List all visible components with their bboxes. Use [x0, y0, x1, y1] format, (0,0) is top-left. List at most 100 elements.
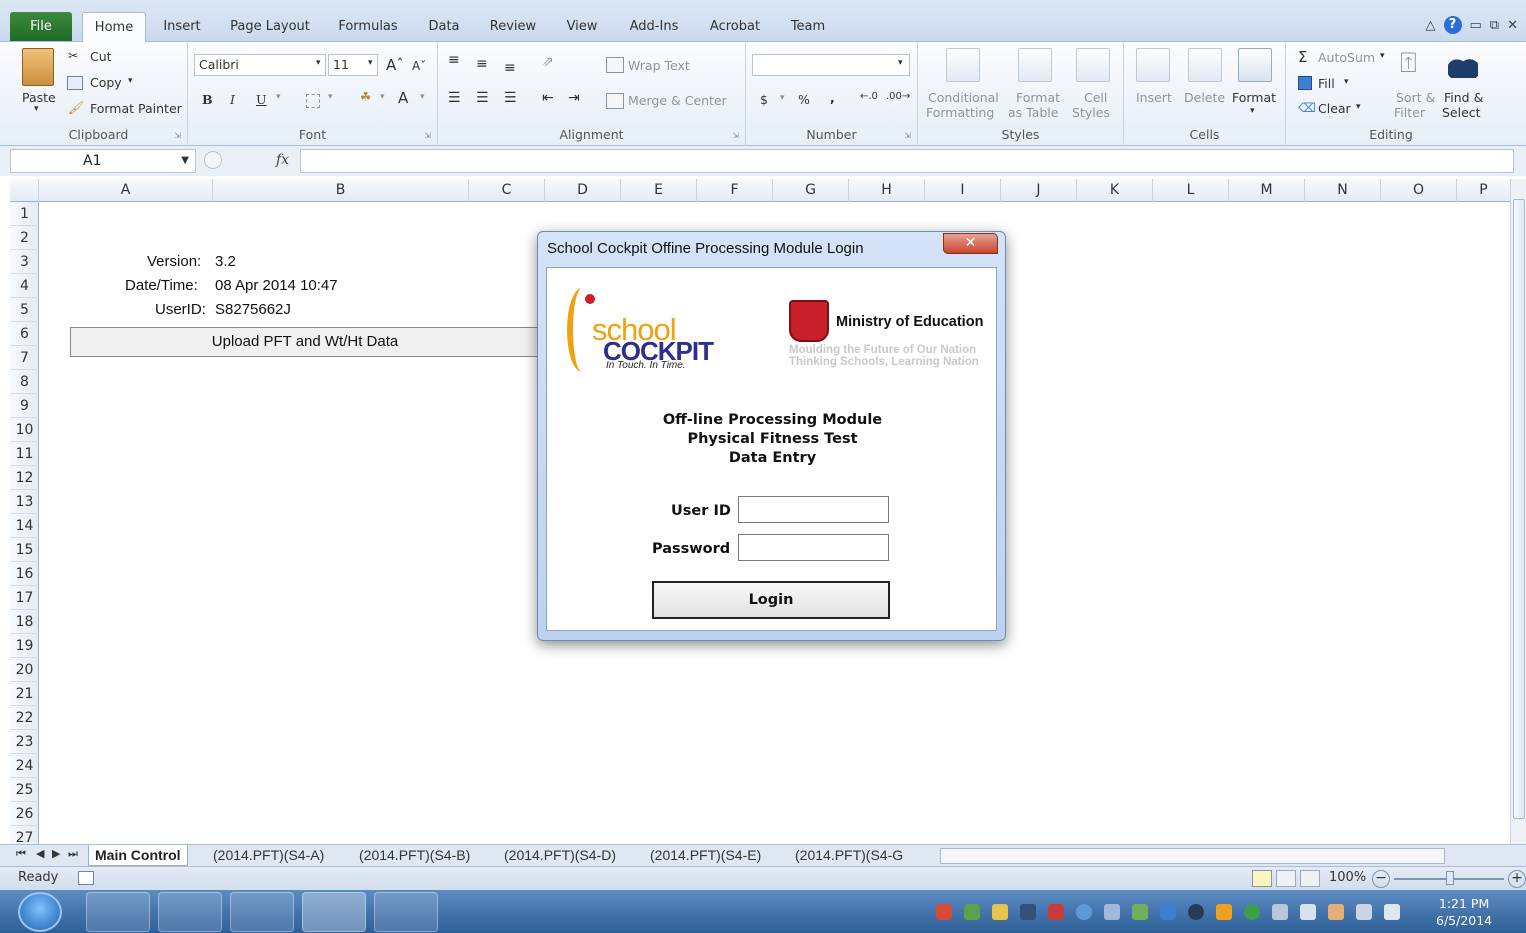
row-header[interactable]: 19 — [10, 634, 39, 658]
fill-color-icon[interactable]: ☘ — [360, 89, 371, 104]
italic-button[interactable]: I — [230, 92, 235, 107]
upload-pft-button[interactable]: Upload PFT and Wt/Ht Data — [70, 327, 540, 357]
last-sheet-icon[interactable]: ⏭ — [68, 847, 78, 861]
internet-explorer-icon[interactable] — [86, 892, 150, 932]
autosum-dropdown-icon[interactable]: ▾ — [1380, 51, 1385, 61]
zoom-level[interactable]: 100% — [1329, 870, 1366, 885]
volume-icon[interactable] — [1384, 904, 1400, 920]
decrease-indent-icon[interactable]: ⇤ — [542, 90, 554, 106]
formula-input[interactable] — [300, 149, 1514, 173]
format-as-table-line2[interactable]: as Table — [1008, 105, 1058, 120]
number-format-select[interactable] — [752, 54, 910, 76]
format-cells-button[interactable]: Format — [1232, 90, 1276, 105]
tab-formulas[interactable]: Formulas — [332, 12, 404, 42]
insert-cells-button[interactable]: Insert — [1136, 90, 1172, 105]
excel-icon[interactable] — [302, 892, 366, 932]
start-button-icon[interactable] — [18, 892, 62, 932]
column-header-k[interactable]: K — [1077, 179, 1153, 202]
row-header[interactable]: 5 — [10, 298, 39, 322]
tab-view[interactable]: View — [558, 12, 606, 42]
column-header-c[interactable]: C — [469, 179, 545, 202]
user-id-field[interactable] — [738, 496, 889, 523]
sheet-tab-s4-g[interactable]: (2014.PFT)(S4-G — [789, 845, 909, 866]
wrap-text-button[interactable]: Wrap Text — [628, 58, 690, 73]
minimize-ribbon-icon[interactable]: △ — [1426, 18, 1436, 33]
copy-button[interactable]: Copy — [90, 75, 122, 90]
file-tab[interactable]: File — [10, 12, 72, 41]
tray-app-icon[interactable] — [1188, 904, 1204, 920]
format-cells-dropdown-icon[interactable]: ▾ — [1250, 106, 1255, 116]
grow-font-icon[interactable]: Aˆ — [386, 56, 404, 74]
row-header[interactable]: 6 — [10, 322, 39, 346]
row-header[interactable]: 25 — [10, 778, 39, 802]
tab-home[interactable]: Home — [82, 12, 146, 42]
align-middle-icon[interactable]: ≡ — [476, 56, 488, 72]
column-header-d[interactable]: D — [545, 179, 621, 202]
row-header[interactable]: 15 — [10, 538, 39, 562]
column-header-g[interactable]: G — [773, 179, 849, 202]
formula-bar-expand-icon[interactable] — [204, 151, 222, 169]
row-header[interactable]: 21 — [10, 682, 39, 706]
paste-dropdown-icon[interactable]: ▾ — [34, 104, 39, 114]
sheet-tab-s4-b[interactable]: (2014.PFT)(S4-B) — [353, 845, 476, 866]
tab-data[interactable]: Data — [420, 12, 468, 42]
prev-sheet-icon[interactable]: ◀ — [36, 847, 44, 860]
chrome-icon[interactable] — [230, 892, 294, 932]
powerpoint-icon[interactable] — [374, 892, 438, 932]
sheet-tab-s4-a[interactable]: (2014.PFT)(S4-A) — [207, 845, 330, 866]
column-header-m[interactable]: M — [1229, 179, 1305, 202]
column-header-a[interactable]: A — [39, 179, 213, 202]
delete-cells-button[interactable]: Delete — [1184, 90, 1225, 105]
fill-button[interactable]: Fill — [1318, 76, 1335, 91]
clipboard-launcher-icon[interactable]: ⇲ — [174, 131, 181, 140]
format-as-table-line1[interactable]: Format — [1016, 90, 1060, 105]
tray-app-icon[interactable] — [1104, 904, 1120, 920]
row-header[interactable]: 17 — [10, 586, 39, 610]
tray-app-icon[interactable] — [1132, 904, 1148, 920]
merge-center-button[interactable]: Merge & Center — [628, 93, 727, 108]
font-color-dropdown-icon[interactable]: ▾ — [420, 92, 425, 102]
column-header-o[interactable]: O — [1381, 179, 1457, 202]
vertical-scrollbar[interactable] — [1510, 179, 1526, 844]
currency-button[interactable]: $ — [760, 92, 768, 107]
underline-button[interactable]: U — [256, 92, 267, 107]
copy-dropdown-icon[interactable]: ▾ — [128, 76, 133, 86]
file-explorer-icon[interactable] — [158, 892, 222, 932]
increase-decimal-icon[interactable]: ←.0 — [860, 91, 878, 102]
font-name-select[interactable]: Calibri — [194, 54, 326, 76]
tray-app-icon[interactable] — [1244, 904, 1260, 920]
percent-button[interactable]: % — [798, 92, 810, 107]
macro-record-icon[interactable] — [78, 871, 94, 885]
sheet-tab-s4-d[interactable]: (2014.PFT)(S4-D) — [498, 845, 622, 866]
row-header[interactable]: 1 — [10, 202, 39, 226]
dialog-close-button[interactable]: ✕ — [943, 233, 998, 254]
sort-filter-line1[interactable]: Sort & — [1396, 90, 1435, 105]
fill-dropdown-icon[interactable]: ▾ — [1344, 77, 1349, 87]
tray-app-icon[interactable] — [992, 904, 1008, 920]
insert-function-icon[interactable]: fx — [276, 152, 289, 168]
align-center-icon[interactable]: ☰ — [476, 90, 489, 106]
vertical-scroll-thumb[interactable] — [1513, 199, 1525, 819]
align-left-icon[interactable]: ☰ — [448, 90, 461, 106]
font-size-dropdown-icon[interactable]: ▾ — [368, 58, 373, 68]
tray-app-icon[interactable] — [1076, 904, 1092, 920]
restore-window-icon[interactable]: ⧉ — [1490, 18, 1499, 33]
shrink-font-icon[interactable]: Aˇ — [412, 59, 426, 73]
align-bottom-icon[interactable]: ≡ — [504, 60, 516, 76]
font-name-dropdown-icon[interactable]: ▾ — [316, 58, 321, 68]
borders-icon[interactable] — [306, 94, 320, 108]
cell-styles-line2[interactable]: Styles — [1072, 105, 1110, 120]
tray-app-icon[interactable] — [1048, 904, 1064, 920]
tab-acrobat[interactable]: Acrobat — [702, 12, 768, 42]
bold-button[interactable]: B — [202, 92, 213, 107]
find-select-line1[interactable]: Find & — [1444, 90, 1483, 105]
column-header-i[interactable]: I — [925, 179, 1001, 202]
sheet-tab-s4-e[interactable]: (2014.PFT)(S4-E) — [644, 845, 767, 866]
tab-review[interactable]: Review — [482, 12, 544, 42]
zoom-slider-thumb[interactable] — [1446, 871, 1454, 885]
tab-add-ins[interactable]: Add-Ins — [622, 12, 686, 42]
currency-dropdown-icon[interactable]: ▾ — [780, 93, 785, 103]
column-header-j[interactable]: J — [1001, 179, 1077, 202]
cell-styles-line1[interactable]: Cell — [1084, 90, 1107, 105]
row-header[interactable]: 14 — [10, 514, 39, 538]
